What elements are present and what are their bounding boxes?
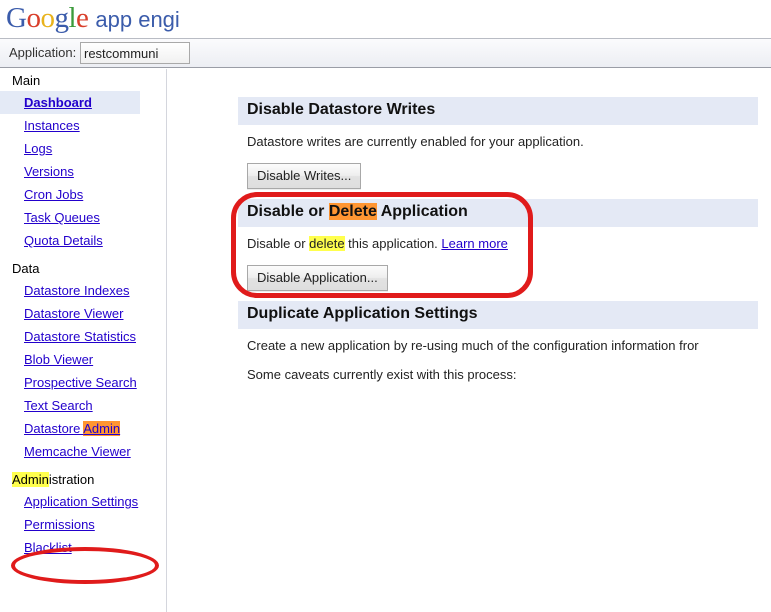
sidebar-item-task-queues[interactable]: Task Queues [0,206,166,229]
section-title: Disable Datastore Writes [238,97,758,125]
search-match-highlight: Delete [328,203,377,220]
sidebar-item-label: Permissions [24,517,95,532]
logo-letter-o2: o [40,2,55,34]
sidebar-item-prospective-search[interactable]: Prospective Search [0,371,166,394]
logo-letter-o1: o [26,2,41,34]
sidebar-item-label: Task Queues [24,210,100,225]
section-description: Datastore writes are currently enabled f… [247,134,584,149]
sidebar-item-instances[interactable]: Instances [0,114,166,137]
section-description-line-1: Create a new application by re-using muc… [247,338,699,353]
sidebar-item-label: Versions [24,164,74,179]
sidebar-item-memcache-viewer[interactable]: Memcache Viewer [0,440,166,463]
sidebar-item-dashboard[interactable]: Dashboard [0,91,140,114]
application-select[interactable]: restcommuni [80,42,190,64]
sidebar-navigation: Main Dashboard Instances Logs Versions C… [0,69,167,612]
sidebar-item-cron-jobs[interactable]: Cron Jobs [0,183,166,206]
section-title: Duplicate Application Settings [238,301,758,329]
sidebar-item-label: Blacklist [24,540,72,555]
disable-writes-button[interactable]: Disable Writes... [247,163,362,189]
section-disable-or-delete-application: Disable or Delete Application Disable or… [238,199,758,291]
sidebar-item-label: Logs [24,141,53,156]
sidebar-item-label: Datastore Admin [24,421,121,436]
sidebar-item-label: Application Settings [24,494,139,509]
sidebar-item-datastore-indexes[interactable]: Datastore Indexes [0,279,166,302]
logo-letter-g: g [54,2,69,34]
application-label: Application: [9,45,77,60]
sidebar-group-data-title: Data [12,261,40,276]
google-app-engine-logo[interactable]: Google app engi [6,2,180,36]
sidebar-item-label: Datastore Statistics [24,329,136,344]
logo-letter-e: e [76,2,89,34]
sidebar-item-label: Prospective Search [24,375,137,390]
section-body: Disable or delete this application. Lear… [238,227,758,291]
sidebar-item-label: Blob Viewer [24,352,94,367]
sidebar-item-application-settings[interactable]: Application Settings [0,490,166,513]
search-match-highlight: delete [309,236,345,251]
sidebar-item-logs[interactable]: Logs [0,137,166,160]
section-title: Disable or Delete Application [238,199,758,227]
logo-letter-G: G [6,2,27,34]
learn-more-link[interactable]: Learn more [441,236,507,251]
sidebar-item-blob-viewer[interactable]: Blob Viewer [0,348,166,371]
sidebar-group-main-title: Main [12,73,41,88]
section-duplicate-application-settings: Duplicate Application Settings Create a … [238,301,758,396]
sidebar-item-datastore-admin[interactable]: Datastore Admin [0,417,166,440]
sidebar-item-quota-details[interactable]: Quota Details [0,229,166,252]
section-body: Create a new application by re-using muc… [238,329,758,382]
sidebar-item-label: Datastore Viewer [24,306,124,321]
section-description-line-2: Some caveats currently exist with this p… [247,367,517,382]
sidebar-item-permissions[interactable]: Permissions [0,513,166,536]
sidebar-item-blacklist[interactable]: Blacklist [0,536,166,559]
sidebar-item-label: Memcache Viewer [24,444,131,459]
sidebar-item-label: Dashboard [24,95,92,110]
main-content: Disable Datastore Writes Datastore write… [168,69,771,612]
sidebar-item-label: Cron Jobs [24,187,84,202]
sidebar-item-label: Instances [24,118,80,133]
disable-application-button[interactable]: Disable Application... [247,265,388,291]
sidebar-item-datastore-statistics[interactable]: Datastore Statistics [0,325,166,348]
section-body: Datastore writes are currently enabled f… [238,125,758,189]
application-selector-bar: Application: restcommuni [0,38,771,68]
search-match-highlight: Admin [83,421,121,436]
brand-header: Google app engi [0,0,771,38]
sidebar-item-text-search[interactable]: Text Search [0,394,166,417]
section-description: Disable or delete this application. Lear… [247,236,508,251]
sidebar-item-label: Text Search [24,398,93,413]
sidebar-item-datastore-viewer[interactable]: Datastore Viewer [0,302,166,325]
sidebar-item-label: Datastore Indexes [24,283,130,298]
sidebar-item-label: Quota Details [24,233,103,248]
search-match-highlight: Admin [12,472,49,487]
sidebar-group-administration-title: Administration [12,472,95,487]
product-name-label: app engi [95,7,180,32]
app-engine-admin-page: Google app engi Application: restcommuni … [0,0,771,612]
logo-letter-l: l [68,2,77,34]
sidebar-item-versions[interactable]: Versions [0,160,166,183]
section-disable-datastore-writes: Disable Datastore Writes Datastore write… [238,97,758,189]
